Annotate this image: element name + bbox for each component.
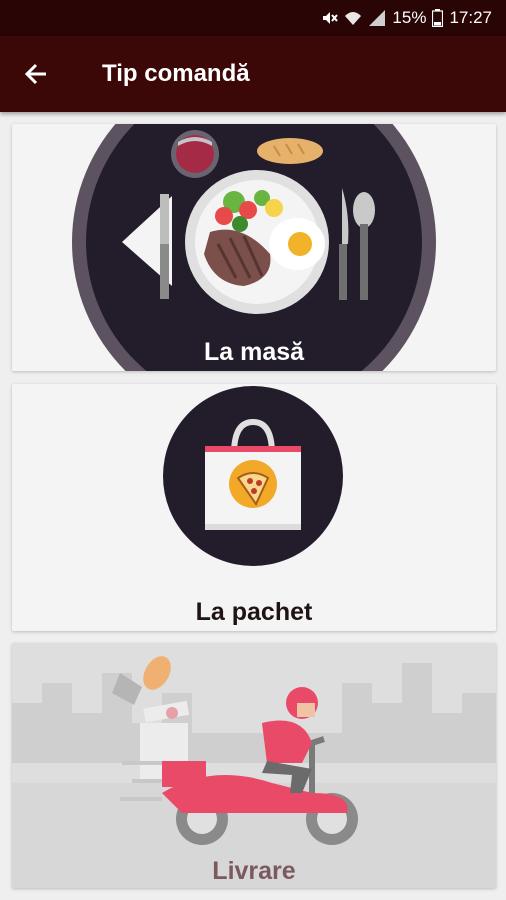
- delivery-scooter-illustration: [12, 643, 496, 888]
- page-title: Tip comandă: [102, 60, 250, 87]
- signal-icon: [369, 10, 386, 26]
- option-label-takeaway: La pachet: [195, 598, 313, 626]
- option-label-delivery: Livrare: [212, 857, 296, 885]
- back-button[interactable]: [18, 56, 54, 92]
- option-card-delivery[interactable]: Livrare: [12, 643, 496, 888]
- wifi-icon: [345, 12, 362, 25]
- option-card-dine-in[interactable]: La masă: [12, 124, 496, 371]
- dinner-plate-illustration: [72, 124, 436, 371]
- clock: 17:27: [449, 8, 492, 27]
- option-label-dine-in: La masă: [203, 338, 305, 366]
- mute-icon: [323, 12, 339, 24]
- arrow-left-icon: [24, 63, 46, 85]
- battery-percent: 15%: [392, 8, 427, 27]
- status-bar: 15% 17:27: [0, 0, 506, 36]
- app-bar: Tip comandă: [0, 36, 506, 112]
- battery-icon: [432, 9, 444, 27]
- option-card-takeaway[interactable]: La pachet: [12, 384, 496, 631]
- pizza-bag-illustration: [163, 386, 343, 566]
